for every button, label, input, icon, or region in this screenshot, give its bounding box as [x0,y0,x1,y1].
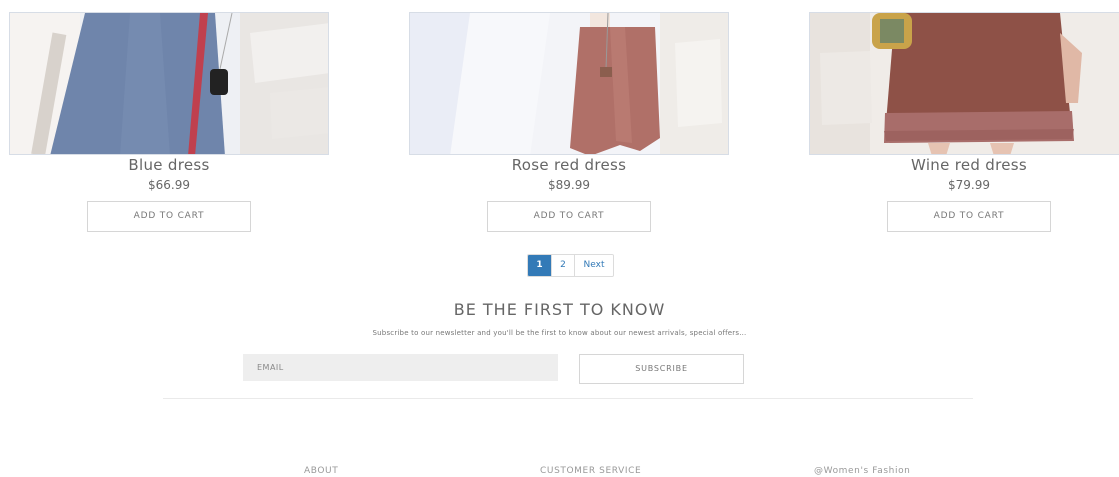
subscribe-button[interactable]: SUBSCRIBE [579,354,744,384]
product-image-rose-red-dress[interactable] [409,12,729,155]
product-price: $79.99 [948,178,990,192]
footer-divider [163,398,973,399]
product-price: $89.99 [548,178,590,192]
pagination: 1 2 Next [527,254,614,277]
product-image-blue-dress[interactable] [9,12,329,155]
newsletter-title: BE THE FIRST TO KNOW [453,300,666,319]
product-image-wine-red-dress[interactable] [809,12,1119,155]
product-name[interactable]: Blue dress [9,156,329,174]
newsletter-subtitle: Subscribe to our newsletter and you'll b… [372,329,747,337]
email-input[interactable] [243,354,558,381]
wine-red-dress-photo [810,13,1119,154]
footer-link-about[interactable]: ABOUT [304,466,338,476]
footer-link-customer-service[interactable]: CUSTOMER SERVICE [540,466,641,476]
add-to-cart-button[interactable]: ADD TO CART [87,201,251,232]
footer-brand: @Women's Fashion [814,466,911,476]
product-name[interactable]: Rose red dress [409,156,729,174]
product-name[interactable]: Wine red dress [809,156,1119,174]
blue-dress-photo [10,13,328,154]
rose-red-dress-photo [410,13,728,154]
product-price: $66.99 [148,178,190,192]
next-page-link[interactable]: Next [575,255,613,276]
page-2-link[interactable]: 2 [552,255,575,276]
add-to-cart-button[interactable]: ADD TO CART [887,201,1051,232]
page-1-link[interactable]: 1 [528,255,552,276]
add-to-cart-button[interactable]: ADD TO CART [487,201,651,232]
product-grid: Blue dress $66.99 ADD TO CART Rose red d… [0,0,1119,240]
